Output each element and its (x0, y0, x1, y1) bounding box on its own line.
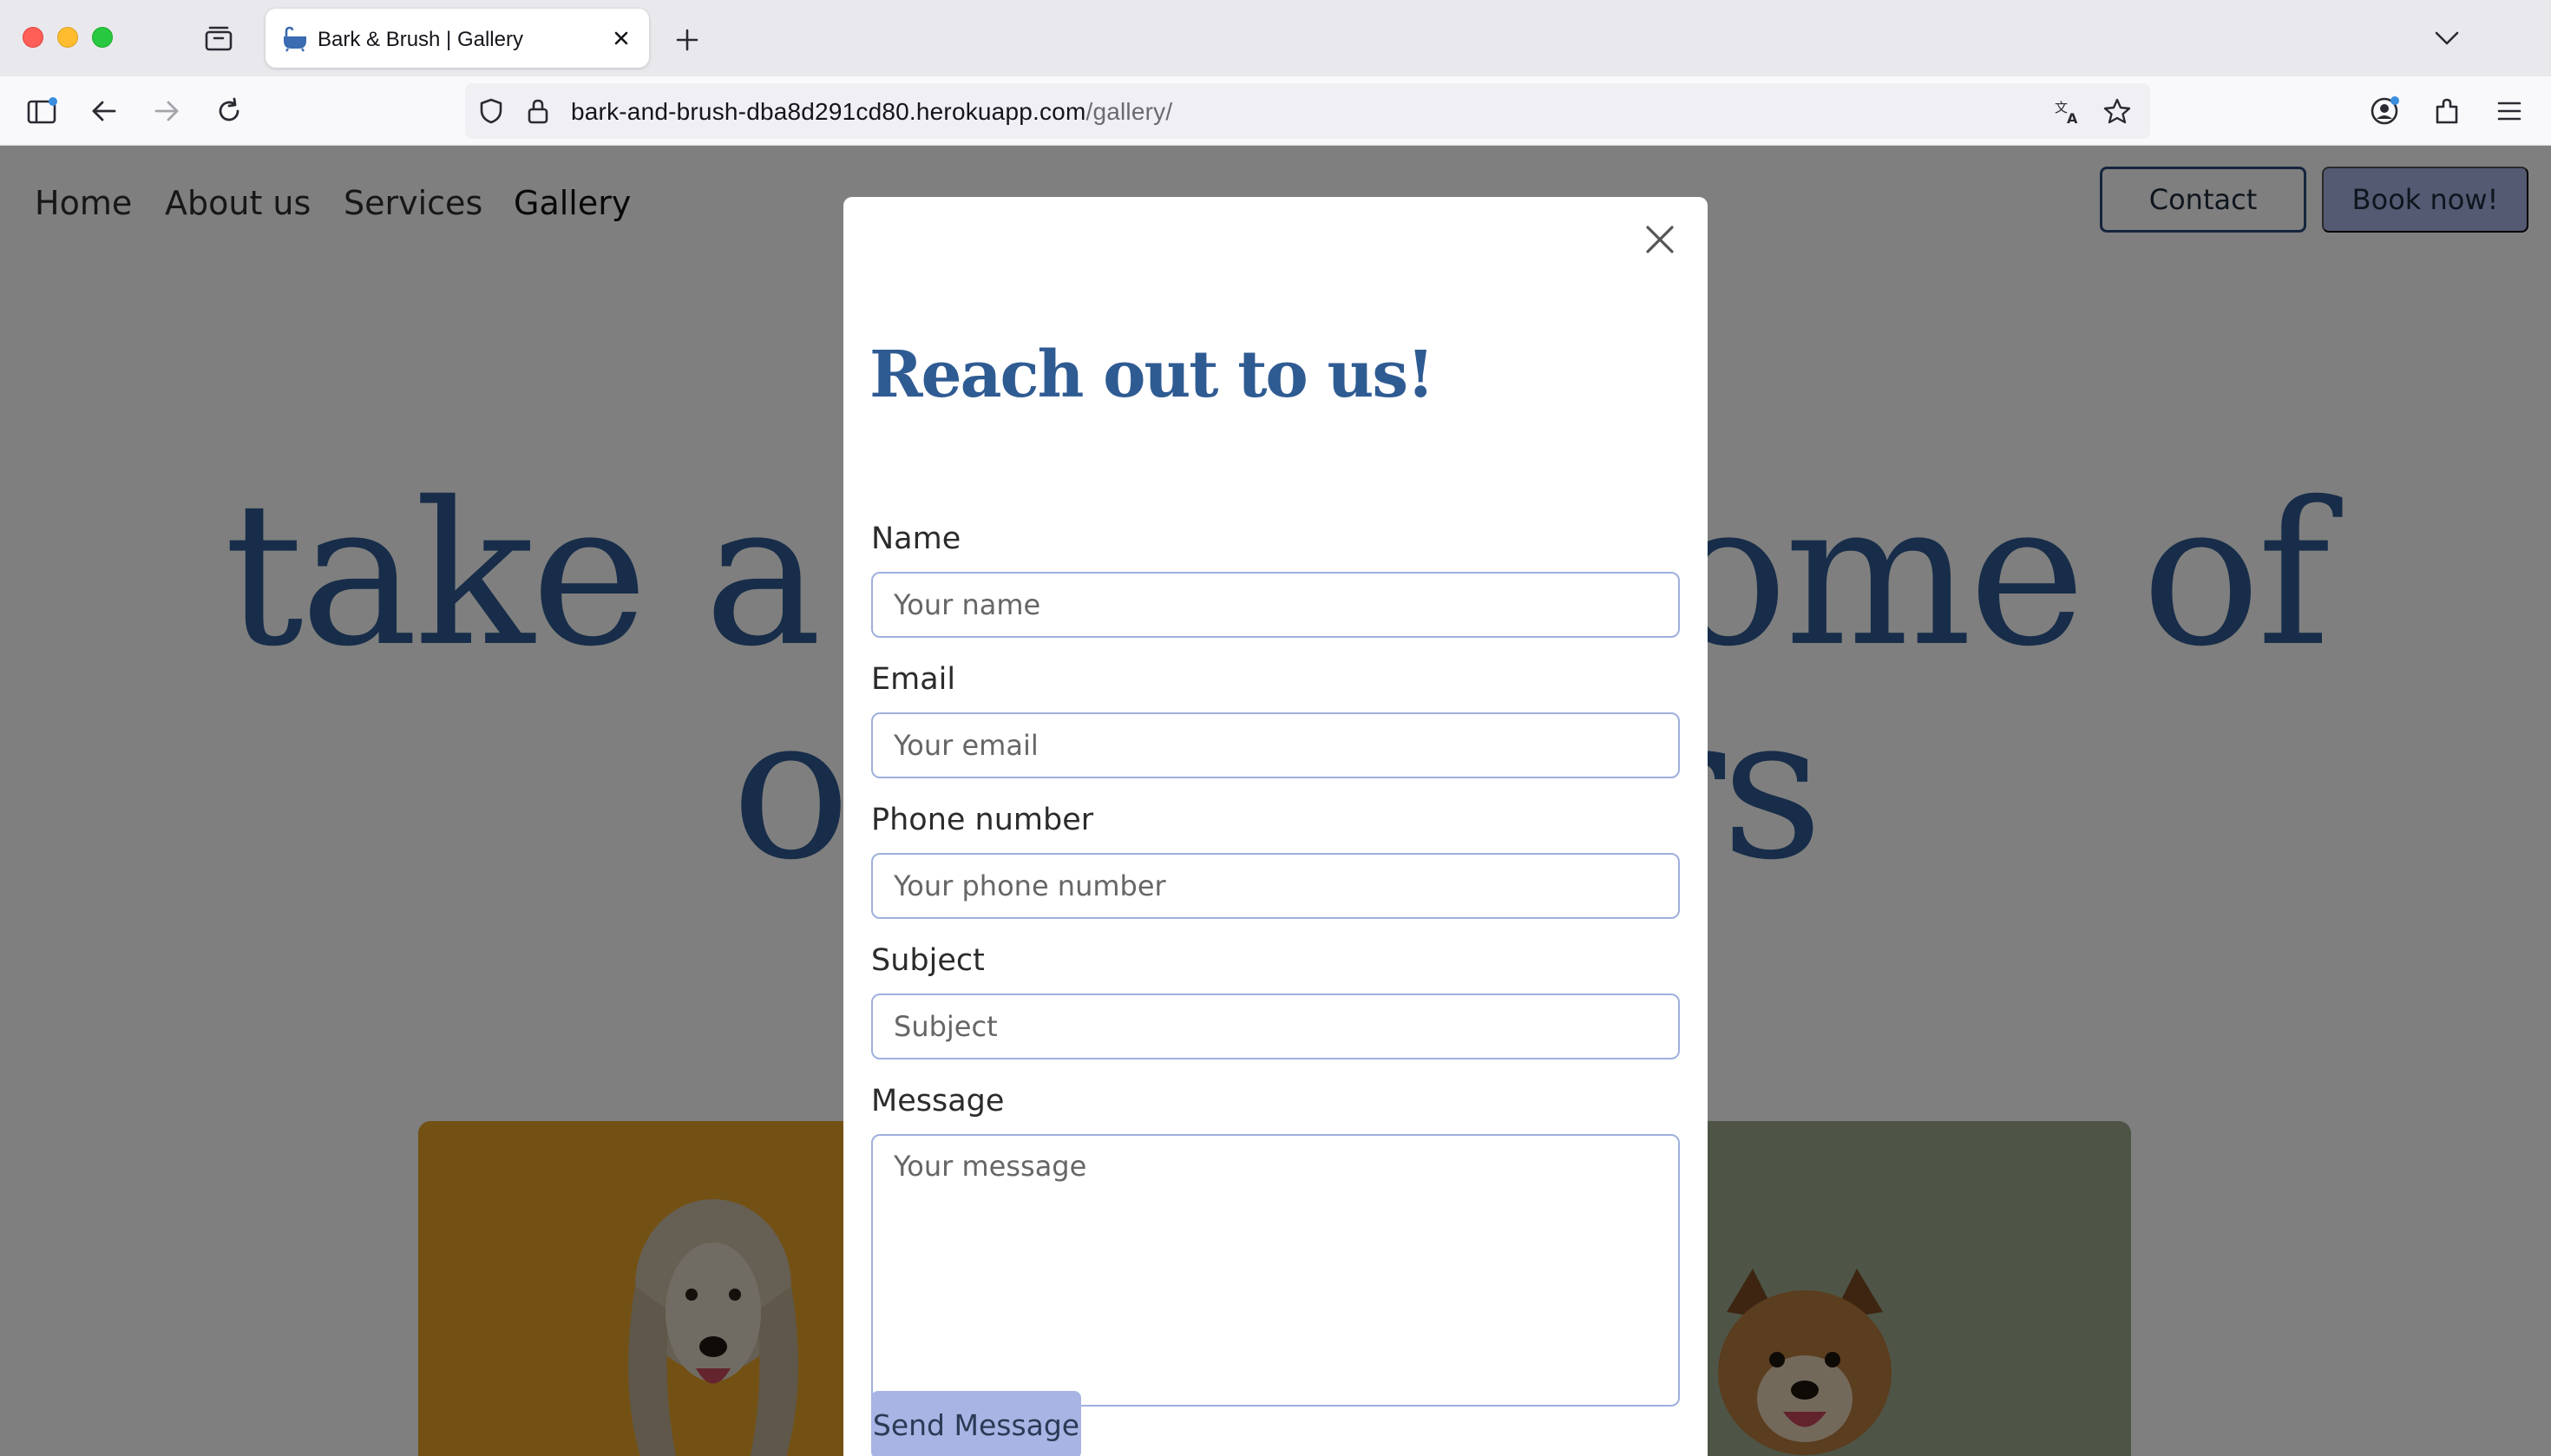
svg-text:文: 文 (2055, 100, 2068, 115)
contact-modal: Reach out to us! Name Email Phone number… (843, 197, 1708, 1456)
active-tab[interactable]: Bark & Brush | Gallery (266, 9, 649, 68)
url-path: /gallery/ (1085, 98, 1173, 125)
menu-icon[interactable] (2492, 94, 2527, 128)
tab-overflow-icon[interactable] (2430, 21, 2464, 56)
bookmark-star-icon[interactable] (2102, 95, 2133, 127)
sidebar-icon[interactable] (24, 94, 59, 128)
message-textarea[interactable] (871, 1134, 1680, 1407)
name-input[interactable] (871, 572, 1680, 638)
url-text[interactable]: bark-and-brush-dba8d291cd80.herokuapp.co… (571, 98, 1172, 126)
email-input[interactable] (871, 712, 1680, 778)
account-icon[interactable] (2367, 94, 2402, 128)
url-host: bark-and-brush-dba8d291cd80.herokuapp.co… (571, 98, 1086, 125)
subject-label: Subject (871, 943, 985, 978)
send-message-button[interactable]: Send Message (871, 1391, 1081, 1456)
shield-icon[interactable] (475, 95, 507, 127)
modal-title: Reach out to us! (869, 338, 1435, 412)
address-bar[interactable]: bark-and-brush-dba8d291cd80.herokuapp.co… (465, 83, 2150, 139)
window-close-button[interactable] (23, 27, 43, 48)
page-viewport: Home About us Services Gallery Contact B… (0, 146, 2551, 1456)
subject-input[interactable] (871, 994, 1680, 1059)
forward-icon[interactable] (149, 94, 184, 128)
new-tab-icon[interactable] (670, 23, 705, 57)
translate-icon[interactable]: 文A (2053, 95, 2084, 127)
extensions-icon[interactable] (2430, 94, 2464, 128)
close-tab-icon[interactable] (607, 24, 635, 52)
browser-tab-strip: Bark & Brush | Gallery (0, 0, 2551, 76)
phone-label: Phone number (871, 803, 1094, 837)
message-label: Message (871, 1084, 1005, 1118)
name-label: Name (871, 521, 961, 556)
window-minimize-button[interactable] (57, 27, 78, 48)
reload-icon[interactable] (212, 94, 246, 128)
email-label: Email (871, 662, 956, 697)
close-icon[interactable] (1638, 218, 1682, 261)
tab-list-icon[interactable] (201, 23, 236, 54)
bathtub-favicon-icon (284, 26, 306, 52)
phone-input[interactable] (871, 853, 1680, 919)
tab-title: Bark & Brush | Gallery (318, 28, 523, 51)
svg-text:A: A (2067, 110, 2078, 125)
window-zoom-button[interactable] (92, 27, 113, 48)
lock-icon[interactable] (522, 95, 554, 127)
back-icon[interactable] (87, 94, 121, 128)
